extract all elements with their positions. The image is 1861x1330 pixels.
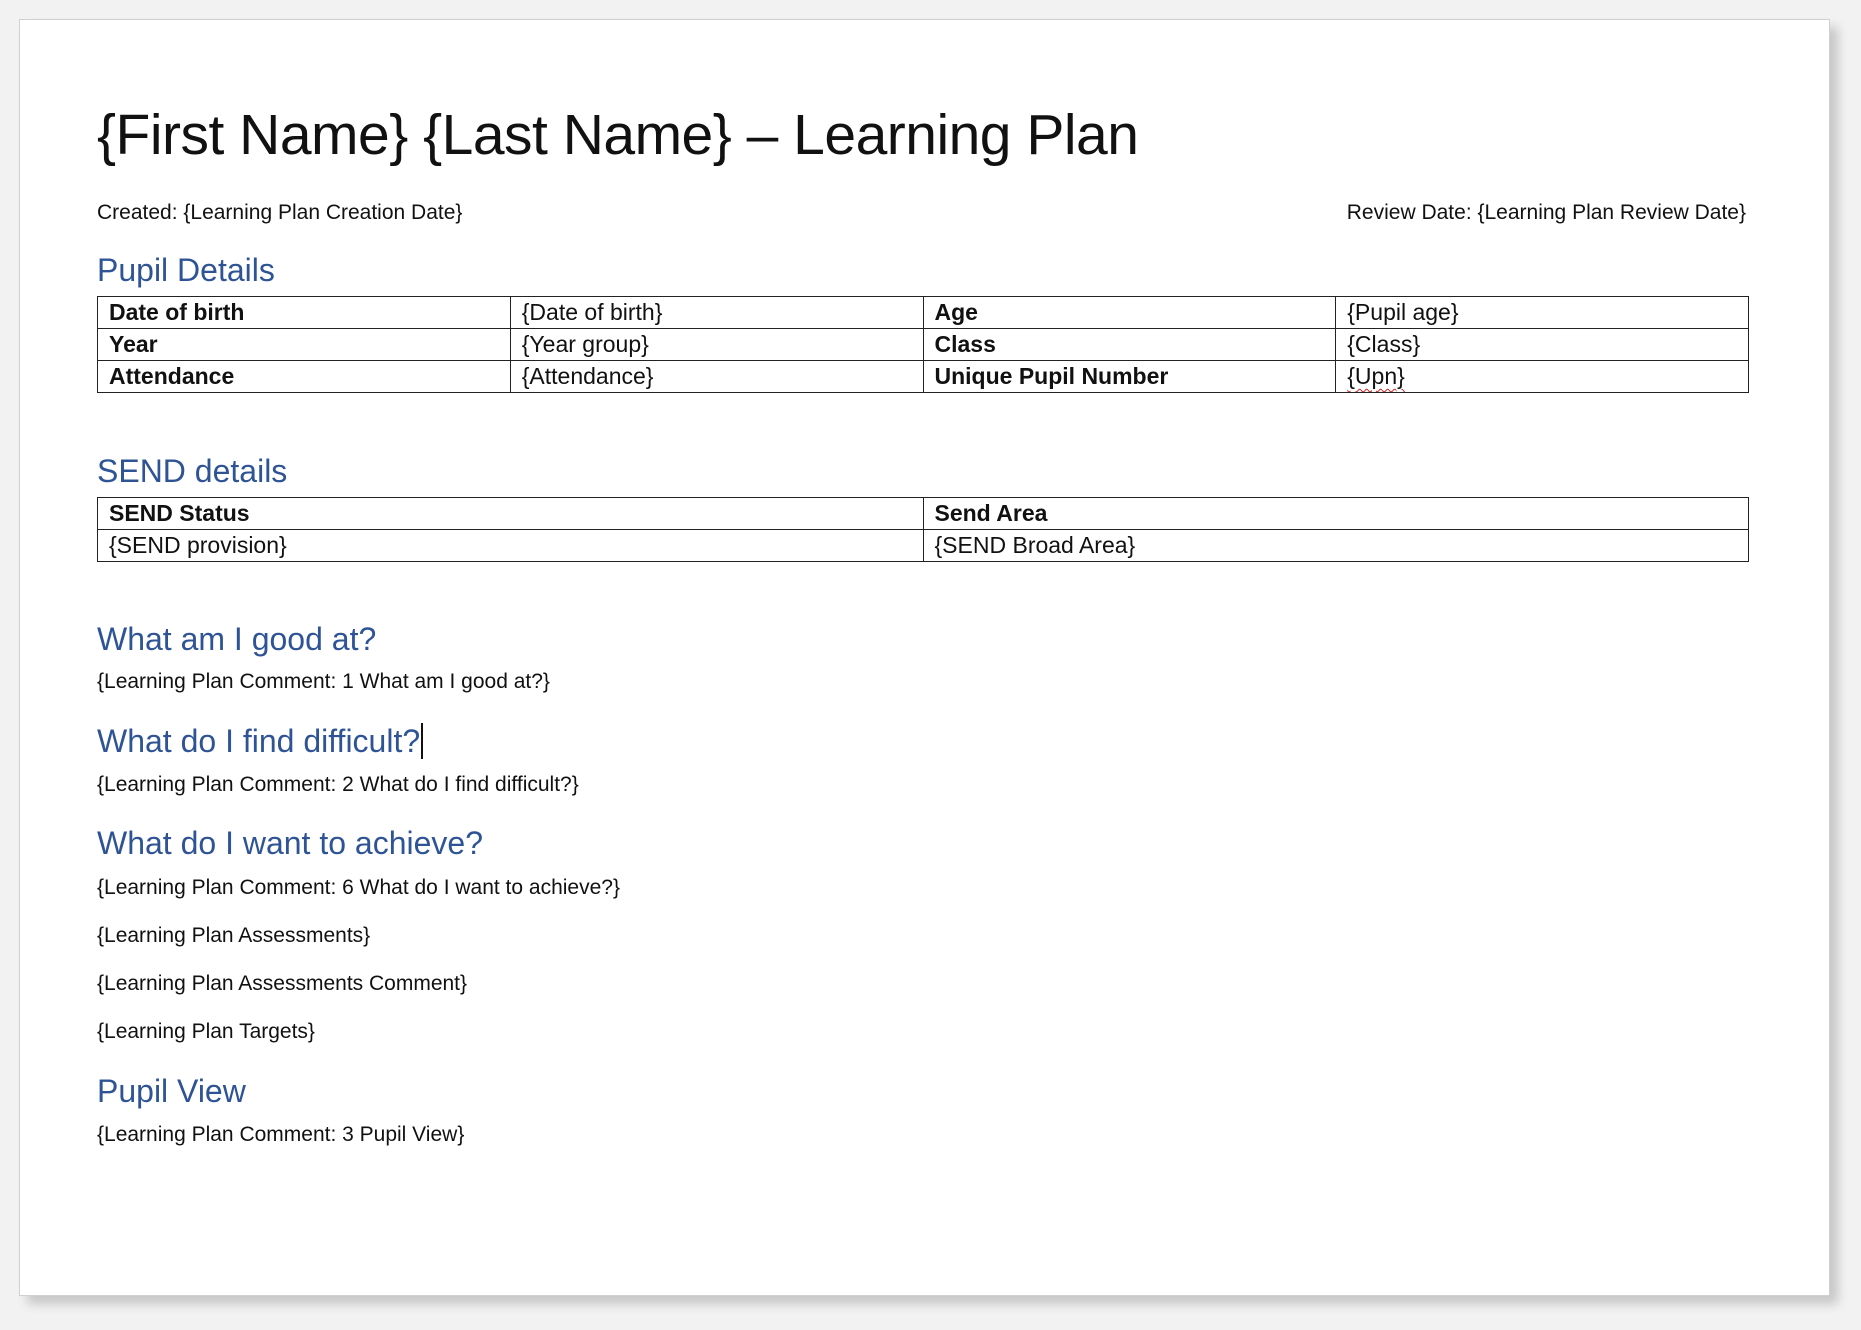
table-cell[interactable]: SEND Status bbox=[97, 497, 924, 530]
table-cell[interactable]: Unique Pupil Number bbox=[922, 360, 1337, 393]
table-cell[interactable]: Date of birth bbox=[97, 296, 511, 329]
table-cell[interactable]: {SEND Broad Area} bbox=[922, 529, 1749, 562]
table-cell[interactable]: {Date of birth} bbox=[509, 296, 924, 329]
targets-field[interactable]: {Learning Plan Targets} bbox=[97, 1020, 315, 1044]
table-cell[interactable]: {Attendance} bbox=[509, 360, 924, 393]
spellcheck-underlined-text[interactable]: {Upn} bbox=[1347, 363, 1405, 389]
pupil-view-heading[interactable]: Pupil View bbox=[97, 1073, 246, 1110]
difficult-heading-text[interactable]: What do I find difficult? bbox=[97, 723, 420, 759]
table-cell[interactable]: Age bbox=[922, 296, 1337, 329]
table-row: SEND Status Send Area bbox=[97, 497, 1749, 530]
pupil-view-comment[interactable]: {Learning Plan Comment: 3 Pupil View} bbox=[97, 1123, 464, 1147]
difficult-comment[interactable]: {Learning Plan Comment: 2 What do I find… bbox=[97, 773, 579, 797]
good-at-comment[interactable]: {Learning Plan Comment: 1 What am I good… bbox=[97, 670, 550, 694]
text-cursor bbox=[421, 723, 424, 759]
achieve-heading[interactable]: What do I want to achieve? bbox=[97, 825, 483, 862]
table-cell[interactable]: {Pupil age} bbox=[1335, 296, 1749, 329]
table-cell[interactable]: {Class} bbox=[1335, 328, 1749, 361]
table-cell[interactable]: Attendance bbox=[97, 360, 511, 393]
table-row: Date of birth {Date of birth} Age {Pupil… bbox=[97, 296, 1749, 329]
good-at-heading[interactable]: What am I good at? bbox=[97, 621, 376, 658]
assessments-field[interactable]: {Learning Plan Assessments} bbox=[97, 924, 370, 948]
assessments-comment-field[interactable]: {Learning Plan Assessments Comment} bbox=[97, 972, 467, 996]
document-title[interactable]: {First Name} {Last Name} – Learning Plan bbox=[97, 102, 1139, 168]
difficult-heading[interactable]: What do I find difficult? bbox=[97, 723, 424, 760]
pupil-details-heading[interactable]: Pupil Details bbox=[97, 252, 275, 289]
table-cell[interactable]: {SEND provision} bbox=[97, 529, 924, 562]
send-details-heading[interactable]: SEND details bbox=[97, 453, 287, 490]
send-details-table: SEND Status Send Area {SEND provision} {… bbox=[97, 497, 1749, 562]
document-page[interactable]: {First Name} {Last Name} – Learning Plan… bbox=[19, 19, 1830, 1296]
table-row: Year {Year group} Class {Class} bbox=[97, 328, 1749, 361]
table-cell[interactable]: Class bbox=[922, 328, 1337, 361]
table-cell[interactable]: {Year group} bbox=[509, 328, 924, 361]
table-row: {SEND provision} {SEND Broad Area} bbox=[97, 529, 1749, 562]
pupil-details-table: Date of birth {Date of birth} Age {Pupil… bbox=[97, 296, 1749, 393]
achieve-comment[interactable]: {Learning Plan Comment: 6 What do I want… bbox=[97, 876, 620, 900]
table-row: Attendance {Attendance} Unique Pupil Num… bbox=[97, 360, 1749, 393]
table-cell[interactable]: Send Area bbox=[922, 497, 1749, 530]
table-cell[interactable]: {Upn} bbox=[1335, 360, 1749, 393]
review-date[interactable]: Review Date: {Learning Plan Review Date} bbox=[1347, 201, 1746, 225]
created-date[interactable]: Created: {Learning Plan Creation Date} bbox=[97, 201, 462, 225]
table-cell[interactable]: Year bbox=[97, 328, 511, 361]
